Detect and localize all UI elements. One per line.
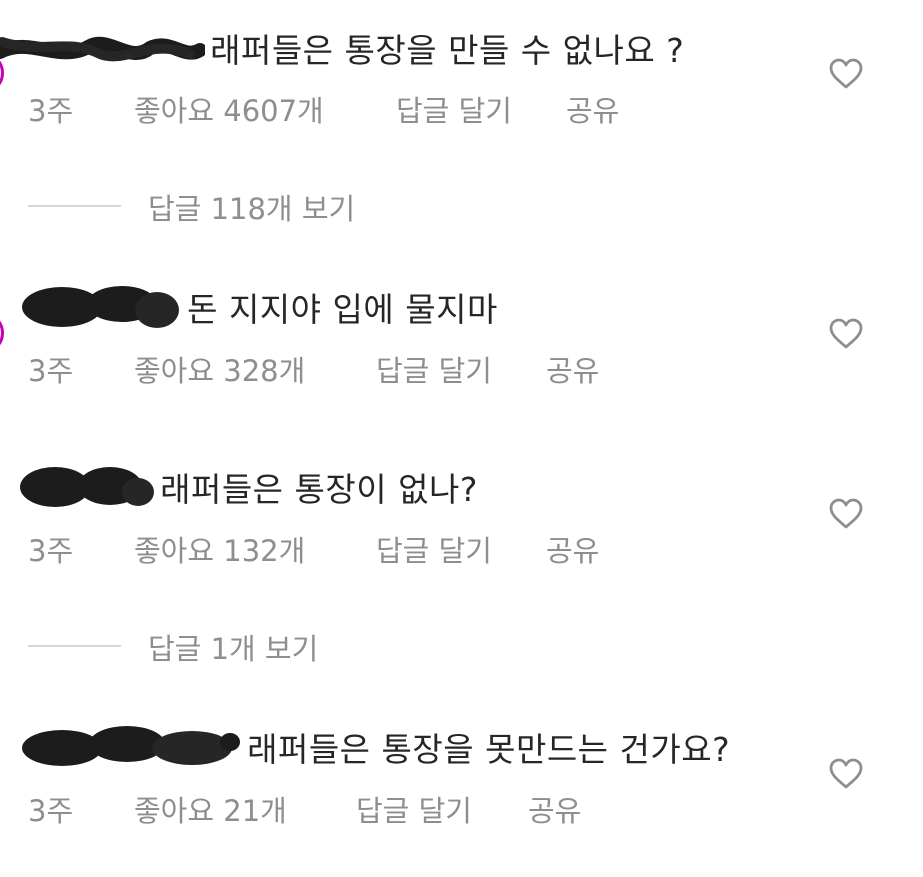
view-replies-label[interactable]: 답글 118개 보기 [148,186,355,228]
like-count[interactable]: 좋아요 328개 [134,348,305,390]
comment-time[interactable]: 3주 [28,348,73,390]
comment-text: 래퍼들은 통장을 만들 수 없나요 ? [210,31,685,70]
replies-divider [28,205,121,207]
like-count[interactable]: 좋아요 21개 [134,788,287,830]
reply-button[interactable]: 답글 달기 [376,348,492,390]
avatar[interactable] [0,312,4,354]
share-button[interactable]: 공유 [546,528,599,570]
reply-button[interactable]: 답글 달기 [376,528,492,570]
comment-time[interactable]: 3주 [28,88,73,130]
redacted-username[interactable] [0,24,205,72]
comment-text: 래퍼들은 통장을 못만드는 건가요? [247,730,731,769]
reply-button[interactable]: 답글 달기 [356,788,472,830]
comment-line: 래퍼들은 통장을 만들 수 없나요 ? [0,24,684,72]
like-count[interactable]: 좋아요 132개 [134,528,305,570]
heart-icon[interactable] [829,58,863,90]
comment-text: 래퍼들은 통장이 없나? [160,470,478,509]
heart-icon[interactable] [829,498,863,530]
replies-divider [28,645,121,647]
like-count[interactable]: 좋아요 4607개 [134,88,324,130]
redacted-username[interactable] [22,282,182,332]
redacted-username[interactable] [20,462,155,512]
redacted-username[interactable] [22,722,242,772]
comment-time[interactable]: 3주 [28,788,73,830]
comment-time[interactable]: 3주 [28,528,73,570]
comment-line: 래퍼들은 통장을 못만드는 건가요? [22,722,730,772]
share-button[interactable]: 공유 [528,788,581,830]
comment-line: 돈 지지야 입에 물지마 [22,282,498,332]
share-button[interactable]: 공유 [546,348,599,390]
view-replies-label[interactable]: 답글 1개 보기 [148,626,318,668]
comment-text: 돈 지지야 입에 물지마 [187,290,498,329]
comment-line: 래퍼들은 통장이 없나? [20,462,478,512]
heart-icon[interactable] [829,758,863,790]
reply-button[interactable]: 답글 달기 [396,88,512,130]
share-button[interactable]: 공유 [566,88,619,130]
heart-icon[interactable] [829,318,863,350]
